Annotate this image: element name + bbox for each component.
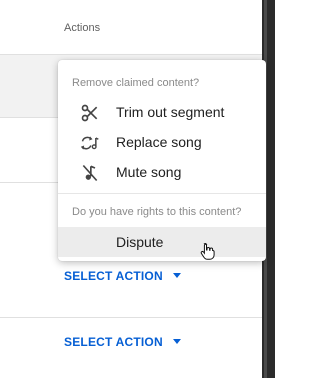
mute-music-icon bbox=[80, 163, 100, 183]
select-action-label: SELECT ACTION bbox=[64, 269, 163, 283]
table-row[interactable]: SELECT ACTION bbox=[0, 318, 262, 378]
menu-item-label: Replace song bbox=[116, 134, 202, 150]
table-header: Actions bbox=[0, 0, 262, 55]
caret-down-icon bbox=[172, 273, 181, 279]
rights-section-label: Do you have rights to this content? bbox=[72, 206, 242, 218]
select-action-button[interactable]: SELECT ACTION bbox=[64, 269, 181, 283]
action-menu: Remove claimed content? Trim out segment bbox=[58, 60, 266, 261]
select-action-button[interactable]: SELECT ACTION bbox=[64, 335, 181, 349]
caret-down-icon bbox=[172, 339, 181, 345]
menu-item-mute-song[interactable]: Mute song bbox=[58, 157, 266, 187]
menu-divider bbox=[58, 193, 266, 194]
hand-pointer-icon bbox=[200, 242, 216, 260]
menu-item-dispute[interactable]: Dispute bbox=[58, 227, 266, 257]
remove-section-label: Remove claimed content? bbox=[72, 77, 200, 89]
menu-item-replace-song[interactable]: Replace song bbox=[58, 127, 266, 157]
scissors-icon bbox=[80, 103, 100, 123]
replace-music-icon bbox=[80, 133, 100, 153]
actions-column-header: Actions bbox=[64, 22, 101, 34]
dispute-label: Dispute bbox=[116, 234, 164, 250]
menu-item-label: Trim out segment bbox=[116, 104, 225, 120]
menu-item-label: Mute song bbox=[116, 164, 182, 180]
select-action-label: SELECT ACTION bbox=[64, 335, 163, 349]
menu-item-trim-segment[interactable]: Trim out segment bbox=[58, 97, 266, 127]
